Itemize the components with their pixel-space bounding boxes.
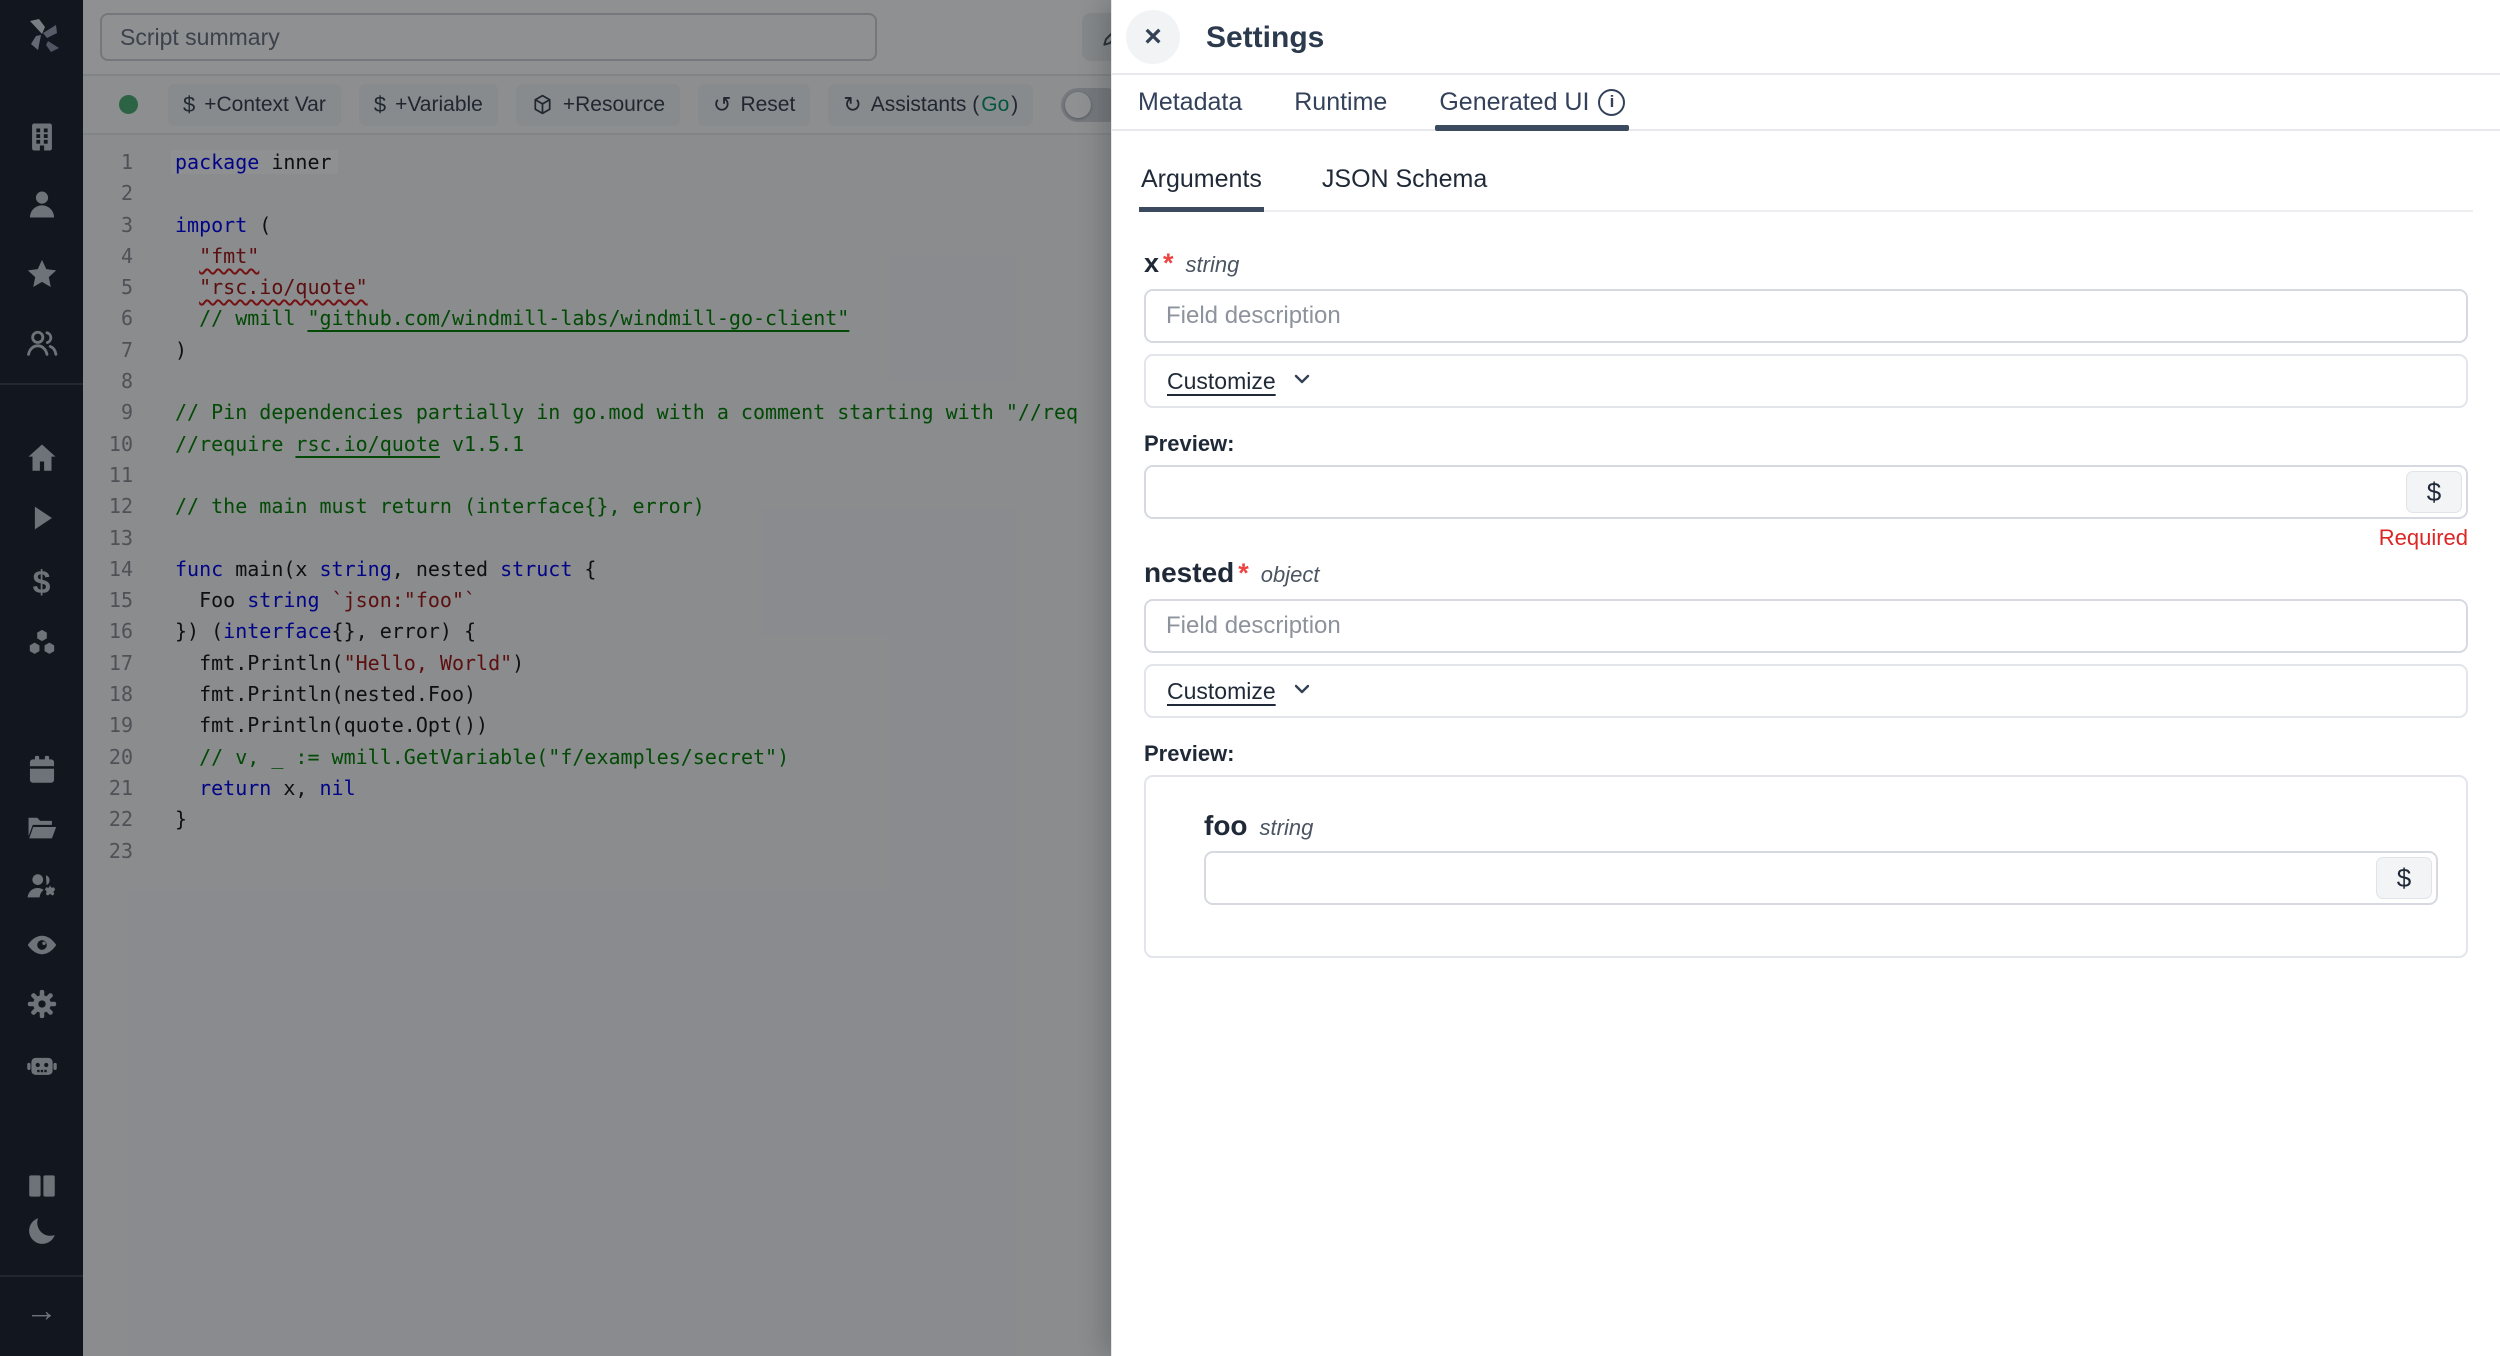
tab-metadata[interactable]: Metadata (1138, 75, 1242, 129)
insert-variable-button[interactable]: $ (2406, 471, 2462, 513)
settings-drawer: × Settings Metadata Runtime Generated UI… (1111, 0, 2500, 1356)
field-x-preview-input-wrap: $ (1144, 465, 2468, 519)
field-name: nested (1144, 557, 1234, 589)
field-name: foo (1204, 810, 1248, 842)
field-x-preview-input[interactable] (1146, 467, 2466, 517)
arguments-panel: x* string Customize Preview: $ Required … (1112, 248, 2500, 958)
tab-runtime[interactable]: Runtime (1294, 75, 1387, 129)
preview-label: Preview: (1144, 741, 2468, 767)
field-type: string (1260, 815, 1314, 841)
field-type: string (1186, 252, 1240, 278)
customize-link[interactable]: Customize (1167, 678, 1276, 705)
chevron-down-icon (1276, 677, 1314, 706)
customize-link[interactable]: Customize (1167, 368, 1276, 395)
field-type: object (1261, 562, 1320, 588)
field-name: x (1144, 248, 1159, 279)
required-asterisk: * (1163, 248, 1174, 279)
generated-ui-subtabs: Arguments JSON Schema (1139, 155, 2473, 212)
close-icon[interactable]: × (1126, 10, 1180, 64)
tab-generated-ui-label: Generated UI (1439, 88, 1589, 117)
field-foo-label: foo string (1204, 810, 2438, 842)
field-x-label: x* string (1144, 248, 2468, 279)
field-x-description-input[interactable] (1144, 289, 2468, 343)
field-x-customize[interactable]: Customize (1144, 354, 2468, 408)
settings-tabs: Metadata Runtime Generated UI i (1112, 75, 2500, 131)
preview-label: Preview: (1144, 431, 2468, 457)
insert-variable-button[interactable]: $ (2376, 857, 2432, 899)
field-nested-customize[interactable]: Customize (1144, 664, 2468, 718)
chevron-down-icon (1276, 367, 1314, 396)
tab-generated-ui[interactable]: Generated UI i (1439, 75, 1625, 129)
field-nested-label: nested* object (1144, 557, 2468, 589)
info-icon[interactable]: i (1598, 89, 1625, 116)
drawer-header: × Settings (1112, 0, 2500, 75)
field-foo-input[interactable] (1206, 853, 2436, 903)
subtab-json-schema[interactable]: JSON Schema (1320, 155, 1489, 210)
windmill-script-editor: $→ $+Context Var$+Variable+Resource↺Rese… (0, 0, 2500, 1356)
drawer-backdrop[interactable] (0, 0, 1113, 1356)
required-message: Required (1144, 525, 2468, 553)
subtab-arguments[interactable]: Arguments (1139, 155, 1264, 210)
nested-preview-box: foo string $ (1144, 775, 2468, 958)
drawer-title: Settings (1206, 0, 1324, 75)
field-foo-input-wrap: $ (1204, 851, 2438, 905)
field-nested-description-input[interactable] (1144, 599, 2468, 653)
required-asterisk: * (1238, 558, 1249, 589)
